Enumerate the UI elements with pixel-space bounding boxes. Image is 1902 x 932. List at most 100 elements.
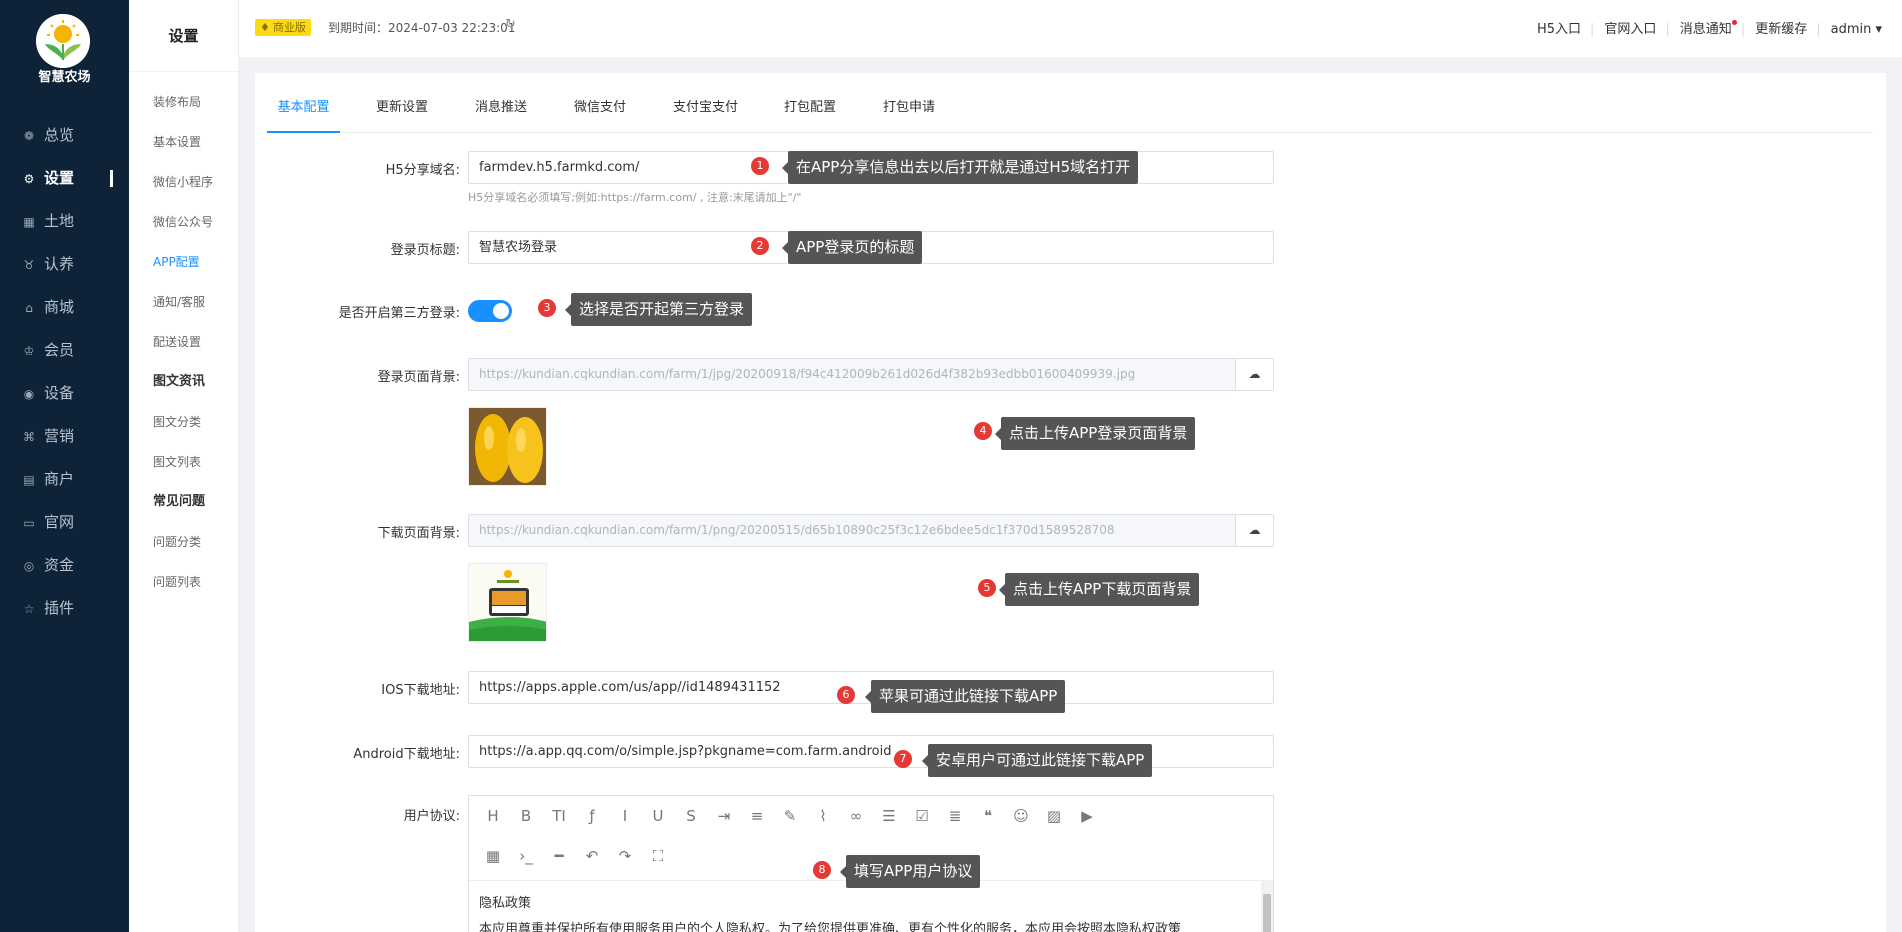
nav-item-0[interactable]: ❁ 总览 (0, 114, 129, 157)
callout-tooltip: 苹果可通过此链接下载APP (864, 680, 1066, 713)
callout-tooltip: APP登录页的标题 (781, 231, 923, 264)
nav-item-4[interactable]: ⌂ 商城 (0, 286, 129, 329)
nav-item-label: 插件 (44, 599, 75, 617)
top-link-3[interactable]: 更新缓存 (1755, 22, 1807, 37)
android-url-input[interactable]: https://a.app.qq.com/o/simple.jsp?pkgnam… (468, 735, 1274, 768)
sidebar-group-title: 图文资讯 (153, 374, 206, 389)
login-bg-thumbnail[interactable] (468, 407, 547, 486)
sidebar-item[interactable]: APP配置 (129, 242, 238, 282)
sidebar-item[interactable]: 配送设置 (129, 322, 238, 362)
nav-item-label: 会员 (44, 341, 75, 359)
brush-icon[interactable]: ⌇ (811, 804, 835, 828)
shop-icon: ⌂ (25, 301, 33, 315)
dashboard-icon: ❁ (23, 129, 35, 143)
sidebar-item[interactable]: 图文列表 (129, 442, 238, 482)
browser-icon: ▭ (23, 516, 35, 530)
italic-icon[interactable]: I (613, 804, 637, 828)
nav-item-7[interactable]: ⌘ 营销 (0, 415, 129, 458)
bold-icon[interactable]: B (514, 804, 538, 828)
notification-dot (1731, 20, 1737, 25)
refresh-icon[interactable]: ↻ (505, 17, 516, 32)
sidebar-item[interactable]: 微信公众号 (129, 202, 238, 242)
tab-1[interactable]: 更新设置 (365, 88, 439, 133)
app-config-card: 基本配置 更新设置 消息推送 微信支付 支付宝支付 打包配置 打包申请 H5分享域名: fa… (255, 73, 1886, 932)
login-title-label: 登录页标题: (390, 243, 460, 258)
video-icon[interactable]: ▶ (1075, 804, 1099, 828)
top-link-0[interactable]: H5入口 (1537, 22, 1581, 37)
nav-item-1[interactable]: ⚙ 设置 (0, 157, 129, 200)
farm-logo-icon (36, 14, 90, 68)
callout-number: 6 (837, 686, 855, 704)
nav-item-label: 官网 (44, 513, 75, 531)
redo-icon[interactable]: ↷ (613, 844, 637, 868)
top-link-2[interactable]: 消息通知 (1680, 20, 1737, 37)
download-bg-url: https://kundian.cqkundian.com/farm/1/png… (479, 523, 1115, 537)
tab-3[interactable]: 微信支付 (563, 88, 637, 133)
location-icon: ◉ (23, 387, 35, 401)
nav-item-10[interactable]: ◎ 资金 (0, 544, 129, 587)
nav-item-5[interactable]: ♔ 会员 (0, 329, 129, 372)
checkbox-icon[interactable]: ☑ (910, 804, 934, 828)
nav-item-6[interactable]: ◉ 设备 (0, 372, 129, 415)
top-link-4[interactable]: admin ▾ (1831, 22, 1882, 37)
divider-icon[interactable]: ━ (547, 844, 571, 868)
login-bg-url: https://kundian.cqkundian.com/farm/1/jpg… (479, 367, 1136, 381)
nav-item-9[interactable]: ▭ 官网 (0, 501, 129, 544)
nav-item-2[interactable]: ▦ 土地 (0, 200, 129, 243)
code-icon[interactable]: ›_ (514, 844, 538, 868)
underline-icon[interactable]: U (646, 804, 670, 828)
tab-2[interactable]: 消息推送 (464, 88, 538, 133)
heading-icon[interactable]: H (481, 804, 505, 828)
align-icon[interactable]: ≣ (943, 804, 967, 828)
download-bg-input: https://kundian.cqkundian.com/farm/1/png… (468, 514, 1274, 547)
nav-item-label: 土地 (44, 212, 75, 230)
font-size-icon[interactable]: TI (547, 804, 571, 828)
tab-4[interactable]: 支付宝支付 (662, 88, 749, 133)
download-bg-thumbnail[interactable] (468, 563, 547, 642)
crown-icon: ♔ (23, 344, 35, 358)
line-height-icon[interactable]: ≡ (745, 804, 769, 828)
nav-item-3[interactable]: ♉ 认养 (0, 243, 129, 286)
main-nav: ❁ 总览 ⚙ 设置 ▦ 土地 ♉ 认养 ⌂ 商城 ♔ 会员 ◉ 设备 ⌘ 营销 ▤ 商户 ▭ 官网 ◎ 资金 ☆ 插件 (0, 114, 129, 630)
star-icon: ☆ (23, 602, 35, 616)
sidebar-item[interactable]: 问题列表 (129, 562, 238, 602)
agreement-line-1: 隐私政策 (479, 896, 532, 911)
editor-scrollbar[interactable] (1261, 880, 1273, 932)
expire-time: 到期时间：2024-07-03 22:23:01 (328, 21, 516, 35)
fullscreen-icon[interactable]: ⛶ (646, 844, 670, 868)
nav-item-8[interactable]: ▤ 商户 (0, 458, 129, 501)
command-icon: ⌘ (23, 430, 35, 444)
link-icon[interactable]: ∞ (844, 804, 868, 828)
font-icon[interactable]: ƒ (580, 804, 604, 828)
tab-0[interactable]: 基本配置 (267, 88, 340, 133)
tab-5[interactable]: 打包配置 (773, 88, 847, 133)
settings-sidebar-list: 装修布局 基本设置 微信小程序 微信公众号 APP配置 通知/客服 配送设置图文资讯图文分类… (129, 72, 238, 602)
third-login-toggle[interactable] (468, 300, 512, 322)
sidebar-item[interactable]: 装修布局 (129, 82, 238, 122)
pencil-icon[interactable]: ✎ (778, 804, 802, 828)
h5-domain-label: H5分享域名: (385, 163, 460, 178)
top-link-1[interactable]: 官网入口 (1604, 22, 1656, 37)
quote-icon[interactable]: ❝ (976, 804, 1000, 828)
callout-number: 7 (894, 750, 912, 768)
sidebar-item[interactable]: 图文分类 (129, 402, 238, 442)
emoji-icon[interactable]: ☺ (1009, 804, 1033, 828)
sidebar-item[interactable]: 微信小程序 (129, 162, 238, 202)
callout-number: 4 (974, 422, 992, 440)
download-bg-upload-icon[interactable]: ☁ (1235, 515, 1273, 546)
separator: | (1590, 22, 1595, 37)
sidebar-item[interactable]: 问题分类 (129, 522, 238, 562)
table-icon[interactable]: ▦ (481, 844, 505, 868)
sidebar-group-title: 常见问题 (153, 494, 206, 509)
nav-item-11[interactable]: ☆ 插件 (0, 587, 129, 630)
indent-icon[interactable]: ⇥ (712, 804, 736, 828)
login-bg-upload-icon[interactable]: ☁ (1235, 359, 1273, 390)
tab-6[interactable]: 打包申请 (872, 88, 946, 133)
sidebar-item[interactable]: 通知/客服 (129, 282, 238, 322)
undo-icon[interactable]: ↶ (580, 844, 604, 868)
list-icon[interactable]: ☰ (877, 804, 901, 828)
strikethrough-icon[interactable]: S (679, 804, 703, 828)
sidebar-item[interactable]: 基本设置 (129, 122, 238, 162)
image-icon[interactable]: ▨ (1042, 804, 1066, 828)
nav-item-label: 商户 (44, 470, 75, 488)
